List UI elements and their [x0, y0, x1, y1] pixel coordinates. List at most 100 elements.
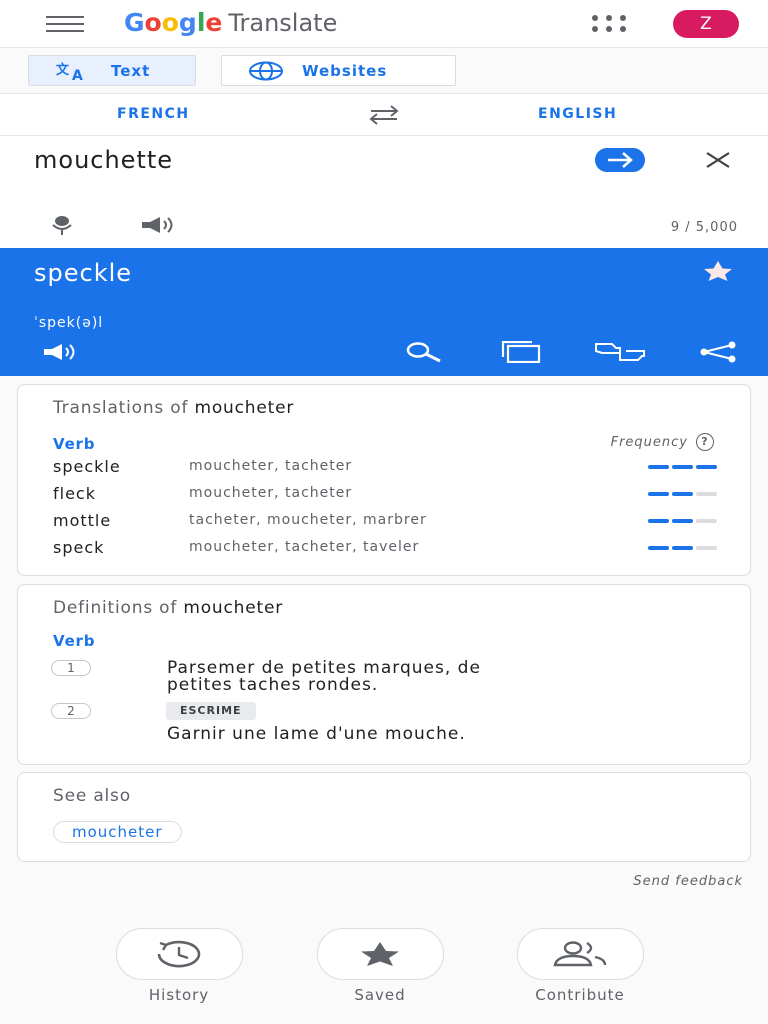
translations-title-prefix: Translations of — [53, 398, 195, 418]
frequency-bar — [648, 519, 669, 523]
translation-row[interactable]: speck moucheter, tacheter, taveler — [53, 538, 717, 562]
translation-word[interactable]: speckle — [53, 457, 121, 476]
frequency-bar — [648, 546, 669, 550]
tab-websites[interactable]: Websites — [221, 55, 456, 86]
see-also-chip[interactable]: moucheter — [53, 821, 182, 843]
frequency-bars — [648, 546, 717, 550]
mode-tabs: 文 A Text Websites — [0, 48, 768, 94]
star-icon[interactable] — [698, 260, 738, 282]
translation-word[interactable]: speck — [53, 538, 104, 557]
translation-synonyms: moucheter, tacheter — [189, 485, 353, 501]
source-input-panel: mouchette 9 / 5,000 — [0, 136, 768, 248]
flip-phrasebook-icon[interactable] — [594, 341, 646, 363]
frequency-bar — [672, 546, 693, 550]
translation-word[interactable]: mottle — [53, 511, 111, 530]
saved-button[interactable]: Saved — [305, 928, 455, 1004]
translation-synonyms: moucheter, tacheter — [189, 458, 353, 474]
part-of-speech: Verb — [53, 632, 96, 650]
definition-text: Garnir une lame d'une mouche. — [167, 724, 466, 744]
translation-output-panel: speckle ˈspek(ə)l — [0, 248, 768, 376]
translate-icon: 文 A — [56, 62, 84, 81]
history-icon — [157, 940, 201, 968]
google-translate-logo[interactable]: Google Translate — [124, 8, 337, 37]
translations-title: Translations of moucheter — [53, 398, 294, 418]
share-icon[interactable] — [698, 341, 738, 363]
frequency-label: Frequency — [610, 434, 688, 450]
search-icon[interactable] — [404, 341, 442, 363]
part-of-speech: Verb — [53, 435, 96, 453]
swap-languages-icon[interactable] — [365, 104, 403, 126]
translated-text: speckle — [34, 259, 133, 287]
logo-letter: g — [178, 8, 197, 37]
translate-button[interactable] — [595, 148, 645, 172]
star-icon — [361, 942, 399, 966]
frequency-bar — [696, 492, 717, 496]
translation-synonyms: tacheter, moucheter, marbrer — [189, 512, 427, 528]
logo-letter: o — [161, 8, 179, 37]
history-label: History — [148, 986, 210, 1004]
history-button-circle[interactable] — [115, 928, 243, 980]
help-icon[interactable]: ? — [696, 433, 714, 451]
translations-title-word: moucheter — [194, 398, 295, 418]
frequency-bar — [696, 519, 717, 523]
speaker-icon[interactable] — [140, 216, 180, 234]
domain-tag: ESCRIME — [166, 702, 256, 720]
menu-icon[interactable] — [46, 16, 84, 32]
frequency-bars — [648, 465, 717, 469]
tab-text[interactable]: 文 A Text — [28, 55, 196, 86]
copy-icon[interactable] — [500, 341, 542, 363]
close-icon[interactable] — [704, 151, 732, 169]
speaker-icon[interactable] — [42, 341, 82, 363]
translation-row[interactable]: mottle tacheter, moucheter, marbrer — [53, 511, 717, 535]
account-avatar[interactable]: Z — [673, 10, 739, 38]
logo-letter: o — [144, 8, 162, 37]
frequency-bar — [672, 465, 693, 469]
frequency-bar — [648, 465, 669, 469]
frequency-bar — [696, 465, 717, 469]
frequency-bar — [672, 492, 693, 496]
see-also-card: See also moucheter — [17, 772, 751, 862]
frequency-bar — [672, 519, 693, 523]
see-also-title: See also — [53, 786, 131, 806]
logo-letter: e — [205, 8, 223, 37]
definition-number: 2 — [51, 703, 91, 719]
frequency-bars — [648, 492, 717, 496]
saved-label: Saved — [354, 986, 406, 1004]
translation-word[interactable]: fleck — [53, 484, 96, 503]
tab-websites-label: Websites — [302, 61, 388, 80]
definitions-title-prefix: Definitions of — [53, 598, 184, 618]
translation-row[interactable]: speckle moucheter, tacheter — [53, 457, 717, 481]
target-language-button[interactable]: ENGLISH — [538, 106, 617, 122]
definitions-card: Definitions of moucheter Verb 1 Parsemer… — [17, 584, 751, 765]
translation-synonyms: moucheter, tacheter, taveler — [189, 539, 420, 555]
globe-icon — [249, 61, 283, 80]
people-icon — [553, 941, 607, 967]
tab-text-label: Text — [111, 61, 151, 80]
source-language-button[interactable]: FRENCH — [117, 106, 190, 122]
history-button[interactable]: History — [104, 928, 254, 1004]
frequency-bar — [648, 492, 669, 496]
svg-text:A: A — [72, 68, 84, 81]
language-bar: FRENCH ENGLISH — [0, 94, 768, 136]
arrow-right-icon — [608, 152, 633, 168]
frequency-bars — [648, 519, 717, 523]
definition-number: 1 — [51, 660, 91, 676]
send-feedback-link[interactable]: Send feedback — [633, 874, 743, 889]
svg-text:文: 文 — [56, 62, 70, 78]
phonetic-transcription: ˈspek(ə)l — [34, 315, 104, 331]
saved-button-circle[interactable] — [316, 928, 444, 980]
contribute-label: Contribute — [535, 986, 625, 1004]
contribute-button[interactable]: Contribute — [505, 928, 655, 1004]
source-text-input[interactable]: mouchette — [34, 146, 173, 174]
app-name: Translate — [228, 9, 338, 37]
definitions-title-word: moucheter — [183, 598, 284, 618]
character-count: 9 / 5,000 — [670, 220, 738, 235]
microphone-icon[interactable] — [50, 214, 74, 236]
logo-letter: G — [124, 8, 145, 37]
translation-row[interactable]: fleck moucheter, tacheter — [53, 484, 717, 508]
apps-grid-icon[interactable] — [592, 14, 626, 34]
definitions-title: Definitions of moucheter — [53, 598, 283, 618]
frequency-header: Frequency ? — [611, 433, 714, 451]
app-header: Google Translate Z — [0, 0, 768, 48]
contribute-button-circle[interactable] — [516, 928, 644, 980]
